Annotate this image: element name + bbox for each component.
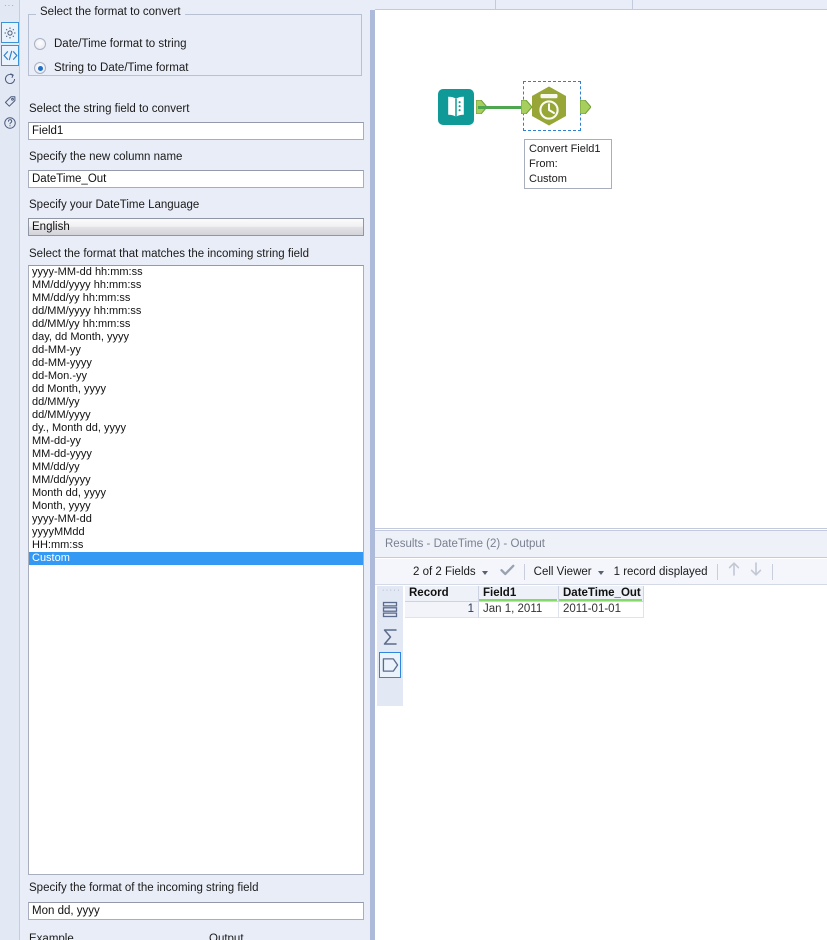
format-list-item[interactable]: MM/dd/yy hh:mm:ss <box>29 292 363 305</box>
connection-wire[interactable] <box>478 106 524 109</box>
refresh-icon[interactable] <box>1 68 19 89</box>
column-header[interactable]: DateTime_Out <box>559 586 644 602</box>
workflow-canvas[interactable]: Convert Field1 From: Custom <box>375 11 827 529</box>
format-list-item[interactable]: MM-dd-yyyy <box>29 448 363 461</box>
toolbar-separator <box>523 563 525 580</box>
toolbar-separator <box>771 563 773 580</box>
tab-divider <box>495 0 496 9</box>
format-listbox[interactable]: yyyy-MM-dd hh:mm:ss MM/dd/yyyy hh:mm:ss MM… <box>28 265 364 875</box>
format-list-item[interactable]: yyyy-MM-dd <box>29 513 363 526</box>
format-list-item[interactable]: MM-dd-yy <box>29 435 363 448</box>
grid-header-row: Record Field1 DateTime_Out <box>405 586 827 602</box>
tag-icon[interactable] <box>1 91 19 112</box>
config-form: Select the format to convert Date/Time f… <box>20 0 370 940</box>
format-list-item[interactable]: yyyyMMdd <box>29 526 363 539</box>
datetime-tool-annotation: Convert Field1 From: Custom <box>524 139 612 189</box>
tab-divider <box>632 0 633 9</box>
format-list-item[interactable]: dd/MM/yyyy <box>29 409 363 422</box>
format-list-item[interactable]: dd-MM-yyyy <box>29 357 363 370</box>
format-list-item[interactable]: Month dd, yyyy <box>29 487 363 500</box>
column-header[interactable]: Record <box>405 586 479 602</box>
datetime-tool[interactable] <box>527 85 571 127</box>
format-list-item[interactable]: dd/MM/yyyy hh:mm:ss <box>29 305 363 318</box>
arrow-up-icon[interactable] <box>727 561 741 582</box>
table-cell[interactable]: 1 <box>405 602 479 618</box>
format-list-item[interactable]: dd/MM/yy <box>29 396 363 409</box>
radio-datetime-to-string-label: Date/Time format to string <box>54 38 187 50</box>
results-grid[interactable]: Record Field1 DateTime_Out 1 Jan 1, 2011 201… <box>405 586 827 940</box>
results-title: Results - DateTime (2) - Output <box>375 530 827 558</box>
code-icon[interactable] <box>1 45 19 66</box>
table-cell[interactable]: 2011-01-01 <box>559 602 644 618</box>
text-input-tool[interactable] <box>438 89 474 125</box>
custom-format-label: Specify the format of the incoming strin… <box>29 882 259 894</box>
output-label: Output <box>209 933 244 940</box>
toolbar-separator <box>716 563 718 580</box>
alteryx-workflow-window: ··· Select the format to convert Date/Ti… <box>0 0 827 940</box>
fields-count-label[interactable]: 2 of 2 Fields <box>413 566 476 578</box>
data-profile-icon[interactable] <box>379 652 401 678</box>
language-label: Specify your DateTime Language <box>29 199 200 211</box>
results-view-rail: ····· <box>377 586 403 706</box>
annotation-line-3: Custom <box>529 173 567 185</box>
chevron-down-icon[interactable] <box>597 570 604 575</box>
format-list-item[interactable]: dd Month, yyyy <box>29 383 363 396</box>
radio-checked-icon <box>34 62 46 74</box>
format-list-item[interactable]: MM/dd/yyyy <box>29 474 363 487</box>
sigma-icon[interactable] <box>379 624 401 650</box>
checkmark-icon[interactable] <box>500 563 515 581</box>
format-direction-legend: Select the format to convert <box>36 6 185 18</box>
arrow-down-icon[interactable] <box>749 561 763 582</box>
config-icon-rail: ··· <box>0 0 20 940</box>
custom-format-input[interactable] <box>28 902 364 920</box>
format-list-item[interactable]: dy., Month dd, yyyy <box>29 422 363 435</box>
datetime-output-anchor[interactable] <box>579 99 592 115</box>
radio-datetime-to-string[interactable]: Date/Time format to string <box>34 36 187 52</box>
format-list-item[interactable]: dd-Mon.-yy <box>29 370 363 383</box>
format-list-item[interactable]: MM/dd/yyyy hh:mm:ss <box>29 279 363 292</box>
language-dropdown[interactable]: English <box>28 218 364 236</box>
radio-string-to-datetime-label: String to Date/Time format <box>54 62 189 74</box>
tool-configuration-panel: ··· Select the format to convert Date/Ti… <box>0 0 375 940</box>
records-icon[interactable] <box>379 596 401 622</box>
workflow-tabstrip[interactable] <box>375 0 827 10</box>
new-column-label: Specify the new column name <box>29 151 183 163</box>
format-list-item[interactable]: yyyy-MM-dd hh:mm:ss <box>29 266 363 279</box>
format-list-item[interactable]: dd-MM-yy <box>29 344 363 357</box>
gear-icon[interactable] <box>1 22 19 43</box>
format-list-item[interactable]: Custom <box>29 552 363 565</box>
cell-viewer-label[interactable]: Cell Viewer <box>534 566 592 578</box>
format-list-item[interactable]: MM/dd/yy <box>29 461 363 474</box>
chevron-down-icon[interactable] <box>481 570 488 575</box>
radio-unchecked-icon <box>34 38 46 50</box>
format-list-item[interactable]: dd/MM/yy hh:mm:ss <box>29 318 363 331</box>
rail-drag-dots[interactable]: ··· <box>4 2 15 10</box>
format-list-item[interactable]: Month, yyyy <box>29 500 363 513</box>
workflow-area: Convert Field1 From: Custom Results - Da… <box>375 0 827 940</box>
new-column-input[interactable] <box>28 170 364 188</box>
annotation-line-1: Convert Field1 <box>529 143 601 155</box>
radio-string-to-datetime[interactable]: String to Date/Time format <box>34 60 188 76</box>
format-list-label: Select the format that matches the incom… <box>29 248 309 260</box>
results-toolbar: 2 of 2 Fields Cell Viewer 1 record displ… <box>375 559 827 585</box>
example-label: Example <box>29 933 74 940</box>
table-row[interactable]: 1 Jan 1, 2011 2011-01-01 <box>405 602 827 618</box>
string-field-label: Select the string field to convert <box>29 103 190 115</box>
format-list-item[interactable]: day, dd Month, yyyy <box>29 331 363 344</box>
rail-drag-dots[interactable]: ····· <box>382 587 401 594</box>
table-cell[interactable]: Jan 1, 2011 <box>479 602 559 618</box>
annotation-line-2: From: <box>529 158 558 170</box>
column-header[interactable]: Field1 <box>479 586 559 602</box>
records-displayed-label: 1 record displayed <box>613 565 708 578</box>
string-field-input[interactable] <box>28 122 364 140</box>
results-pane: Results - DateTime (2) - Output 2 of 2 F… <box>375 530 827 940</box>
format-list-item[interactable]: HH:mm:ss <box>29 539 363 552</box>
help-icon[interactable] <box>1 112 19 133</box>
